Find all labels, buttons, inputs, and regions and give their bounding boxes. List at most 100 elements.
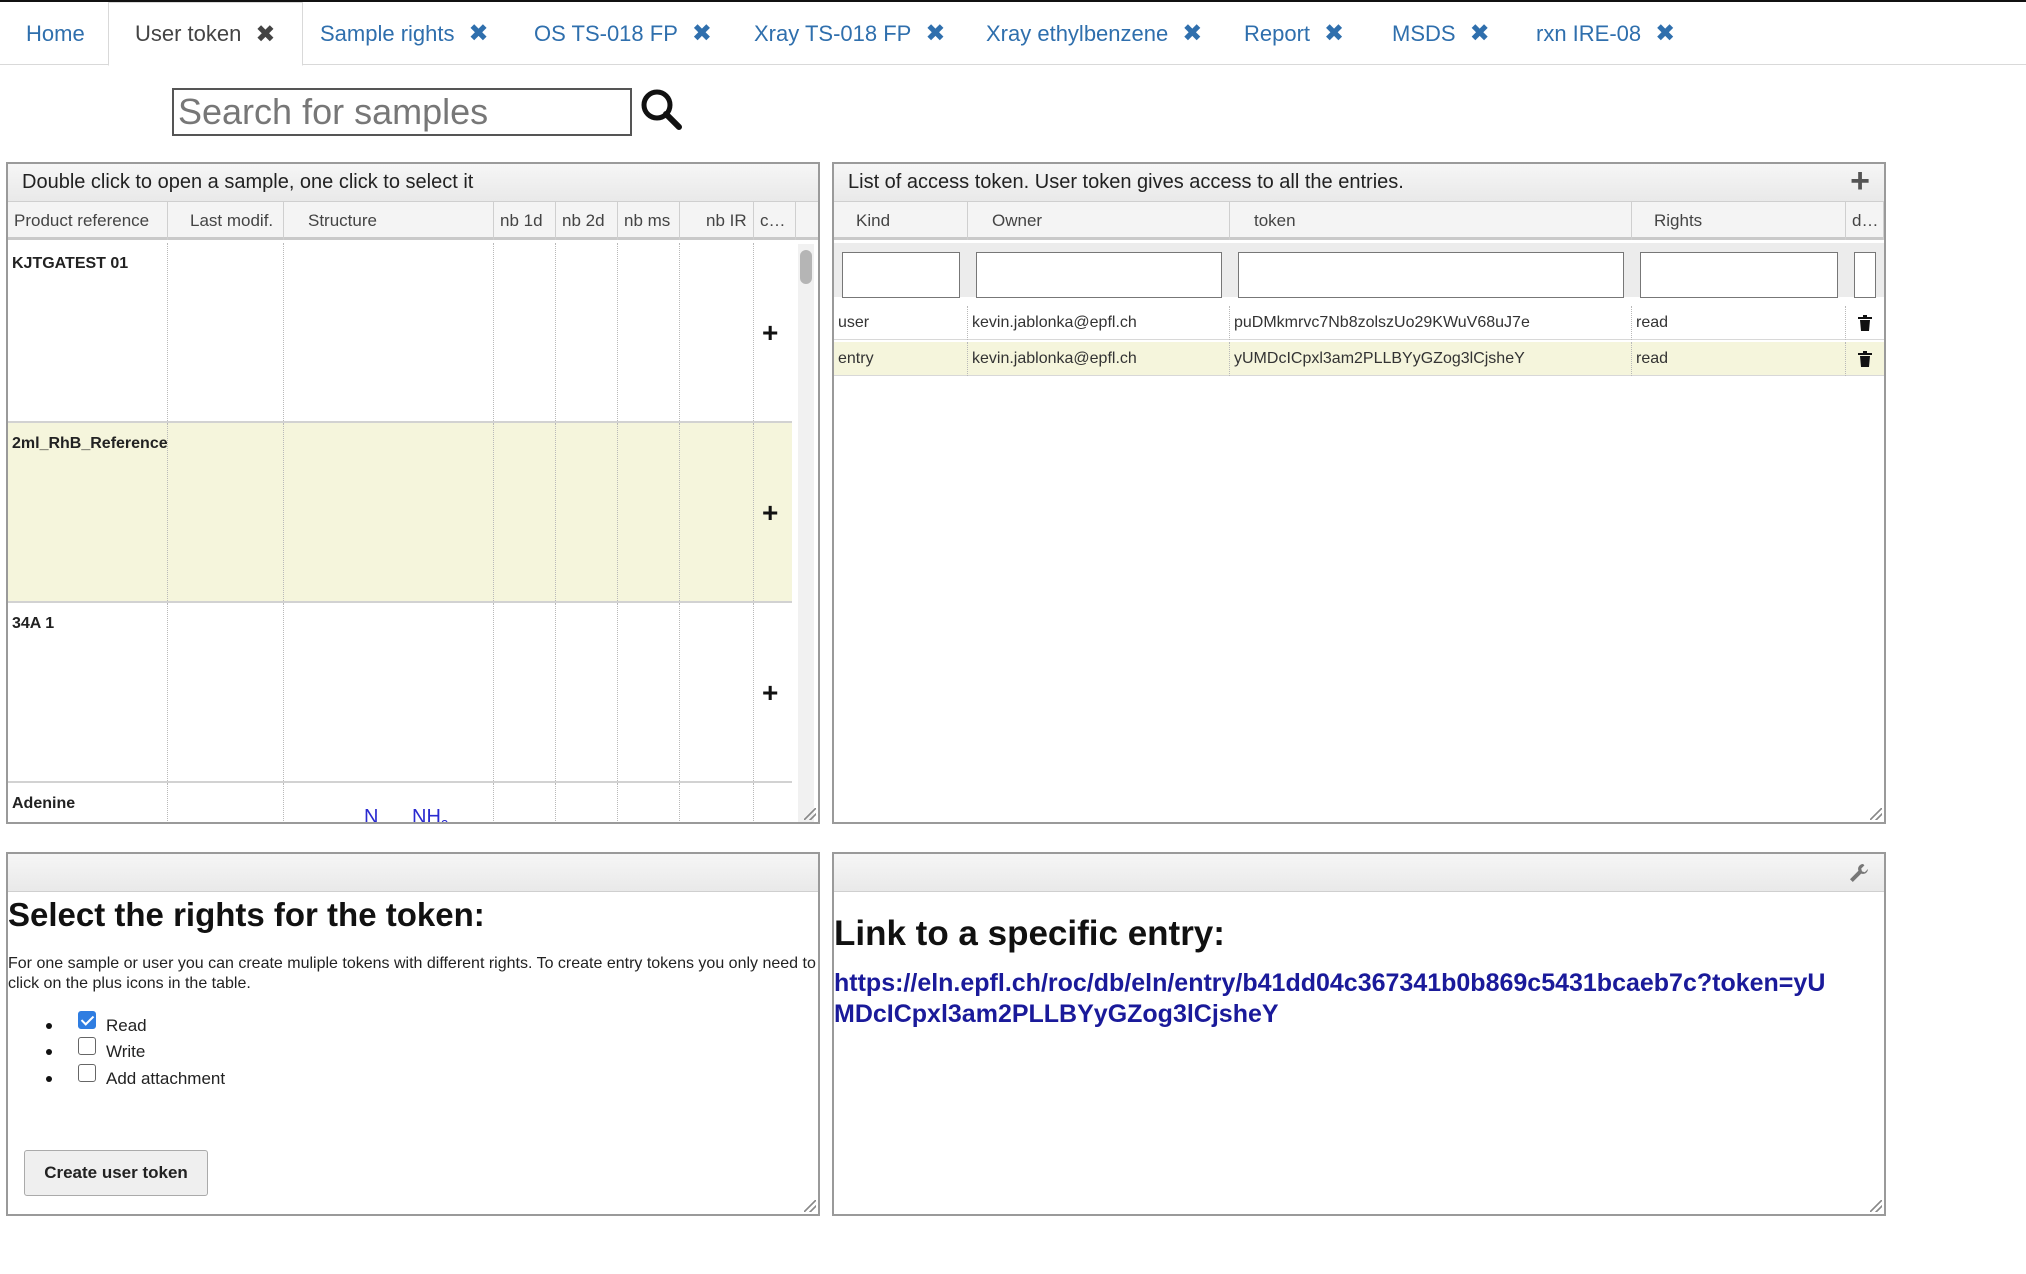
read-checkbox[interactable] — [78, 1011, 96, 1029]
resize-grip-icon[interactable] — [804, 1200, 816, 1212]
close-icon[interactable]: ✖ — [1470, 19, 1490, 48]
col-nb-ir[interactable]: nb IR — [680, 202, 754, 240]
col-nb-2d[interactable]: nb 2d — [556, 202, 618, 240]
tab-label: Xray TS-018 FP — [754, 20, 912, 46]
nb-ir-cell — [680, 243, 754, 421]
wrench-icon[interactable] — [1848, 862, 1870, 884]
close-icon[interactable]: ✖ — [469, 19, 489, 48]
col-rights[interactable]: Rights — [1632, 202, 1846, 240]
plus-icon[interactable]: + — [762, 677, 778, 709]
table-row[interactable]: 2ml_RhB_Reference + — [8, 423, 792, 603]
col-token[interactable]: token — [1230, 202, 1632, 240]
close-icon[interactable]: ✖ — [925, 19, 945, 48]
read-option[interactable]: Read — [46, 1011, 147, 1036]
add-token-icon[interactable]: + — [1850, 164, 1870, 201]
add-attachment-option[interactable]: Add attachment — [46, 1064, 225, 1089]
write-checkbox[interactable] — [78, 1037, 96, 1055]
vertical-scrollbar[interactable] — [798, 244, 814, 822]
tab-label: Home — [26, 20, 85, 46]
link-panel-header — [834, 854, 1884, 892]
tab-msds[interactable]: MSDS ✖ — [1366, 2, 1516, 65]
add-attachment-checkbox[interactable] — [78, 1064, 96, 1082]
tab-xray-ethylbenzene[interactable]: Xray ethylbenzene ✖ — [960, 2, 1228, 65]
nb-2d-cell — [556, 423, 618, 601]
col-product-reference[interactable]: Product reference — [8, 202, 168, 240]
panel-title: List of access token. User token gives a… — [848, 171, 1404, 193]
write-option[interactable]: Write — [46, 1037, 145, 1062]
close-icon[interactable]: ✖ — [1655, 19, 1675, 48]
table-row[interactable]: 34A 1 + — [8, 603, 792, 783]
token-cell: yUMDcICpxl3am2PLLBYyGZog3lCjsheY — [1230, 342, 1632, 376]
nb-2d-cell — [556, 783, 618, 822]
rights-filter-input[interactable] — [1640, 252, 1838, 298]
col-nb-1d[interactable]: nb 1d — [494, 202, 556, 240]
close-icon[interactable]: ✖ — [692, 19, 712, 48]
tab-home[interactable]: Home — [0, 2, 111, 65]
nb-1d-cell — [494, 243, 556, 421]
bullet — [46, 1076, 52, 1082]
plus-icon[interactable]: + — [762, 317, 778, 349]
col-c[interactable]: c… — [754, 202, 796, 240]
tab-label: rxn IRE-08 — [1536, 20, 1642, 46]
samples-panel: Double click to open a sample, one click… — [6, 162, 820, 824]
tab-xray-ts-018-fp[interactable]: Xray TS-018 FP ✖ — [728, 2, 971, 65]
col-owner[interactable]: Owner — [968, 202, 1230, 240]
rights-cell: read — [1632, 306, 1846, 340]
tab-report[interactable]: Report ✖ — [1218, 2, 1370, 65]
tab-label: OS TS-018 FP — [534, 20, 678, 46]
structure-atom-n: N — [364, 806, 378, 824]
table-row[interactable]: user kevin.jablonka@epfl.ch puDMkmrvc7Nb… — [834, 306, 1884, 340]
tab-os-ts-018-fp[interactable]: OS TS-018 FP ✖ — [508, 2, 738, 65]
close-icon[interactable]: ✖ — [1324, 19, 1344, 48]
structure-cell: N NH 2 — [284, 783, 494, 824]
nb-ms-cell — [618, 783, 680, 822]
last-modif-cell — [168, 783, 284, 822]
owner-cell: kevin.jablonka@epfl.ch — [968, 342, 1230, 376]
samples-grid-header: Product reference Last modif. Structure … — [8, 202, 818, 240]
col-structure[interactable]: Structure — [284, 202, 494, 240]
resize-grip-icon[interactable] — [804, 808, 816, 820]
tokens-panel: List of access token. User token gives a… — [832, 162, 1886, 824]
create-user-token-button[interactable]: Create user token — [24, 1150, 208, 1196]
col-kind[interactable]: Kind — [834, 202, 968, 240]
token-filter-input[interactable] — [1238, 252, 1624, 298]
nb-ms-cell — [618, 423, 680, 601]
trash-icon[interactable] — [1858, 315, 1872, 331]
entry-link[interactable]: https://eln.epfl.ch/roc/db/eln/entry/b41… — [834, 968, 1834, 1030]
nb-ir-cell — [680, 603, 754, 781]
product-reference-cell: Adenine — [8, 783, 168, 822]
last-modif-cell — [168, 423, 284, 601]
scrollbar-thumb[interactable] — [800, 250, 812, 284]
structure-cell — [284, 243, 494, 421]
tokens-grid-header: Kind Owner token Rights d… — [834, 202, 1884, 240]
tab-label: Xray ethylbenzene — [986, 20, 1169, 46]
table-row[interactable]: KJTGATEST 01 + — [8, 243, 792, 423]
resize-grip-icon[interactable] — [1870, 1200, 1882, 1212]
rights-panel: Select the rights for the token: For one… — [6, 852, 820, 1216]
table-row[interactable]: entry kevin.jablonka@epfl.ch yUMDcICpxl3… — [834, 342, 1884, 376]
kind-filter-input[interactable] — [842, 252, 960, 298]
tab-label: MSDS — [1392, 20, 1456, 46]
close-icon[interactable]: ✖ — [1182, 19, 1202, 48]
delete-filter-input[interactable] — [1854, 252, 1876, 298]
tab-sample-rights[interactable]: Sample rights ✖ — [294, 2, 515, 65]
owner-filter-input[interactable] — [976, 252, 1222, 298]
col-last-modif[interactable]: Last modif. — [168, 202, 284, 240]
tab-user-token[interactable]: User token ✖ — [108, 2, 303, 66]
rights-title: Select the rights for the token: — [8, 896, 485, 933]
product-reference-cell: 34A 1 — [8, 603, 168, 781]
option-label: Read — [106, 1016, 147, 1035]
col-delete[interactable]: d… — [1846, 202, 1884, 240]
tab-label: Sample rights — [320, 20, 455, 46]
plus-icon[interactable]: + — [762, 497, 778, 529]
trash-icon[interactable] — [1858, 351, 1872, 367]
search-input[interactable] — [172, 88, 632, 136]
resize-grip-icon[interactable] — [1870, 808, 1882, 820]
col-nb-ms[interactable]: nb ms — [618, 202, 680, 240]
tab-rxn-ire-08[interactable]: rxn IRE-08 ✖ — [1510, 2, 1701, 65]
search-icon[interactable] — [638, 86, 684, 132]
close-icon[interactable]: ✖ — [255, 20, 275, 49]
structure-subscript: 2 — [441, 817, 448, 824]
table-row[interactable]: Adenine N NH 2 — [8, 783, 792, 824]
structure-cell — [284, 423, 494, 601]
